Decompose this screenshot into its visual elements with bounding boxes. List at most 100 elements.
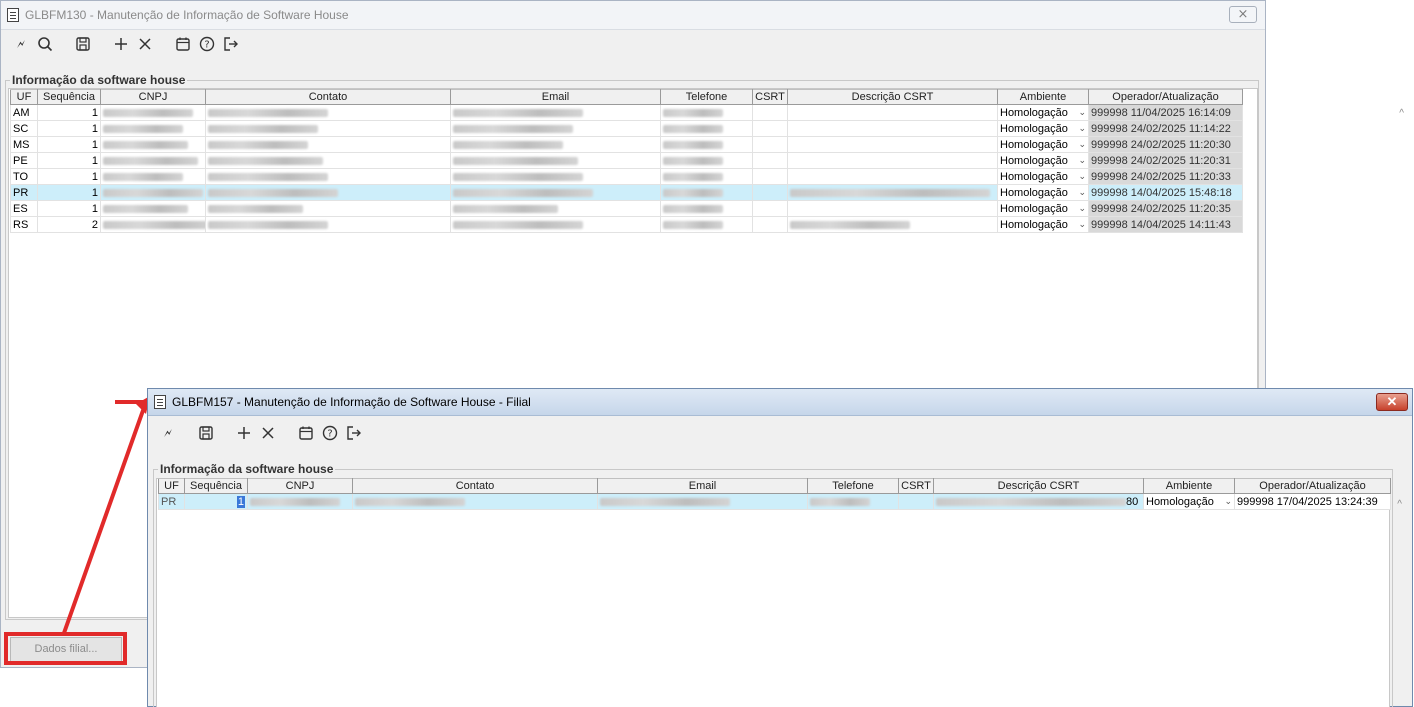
cell-ambiente[interactable]: Homologação ⌄ [997, 184, 1089, 201]
cell-ambiente[interactable]: Homologação ⌄ [997, 216, 1089, 233]
cell-telefone[interactable] [660, 216, 753, 233]
cell-telefone[interactable] [660, 136, 753, 153]
cell-descricao-csrt[interactable] [787, 152, 998, 169]
chevron-down-icon[interactable]: ⌄ [1078, 187, 1086, 198]
calendar-icon[interactable] [171, 32, 195, 56]
col-uf[interactable]: UF [10, 89, 38, 105]
cell-uf[interactable]: SC [10, 120, 38, 137]
col-operador-atualizacao[interactable]: Operador/Atualização [1234, 478, 1391, 494]
cell-csrt[interactable] [752, 216, 788, 233]
cell-descricao-csrt[interactable] [787, 104, 998, 121]
cell-cnpj[interactable] [100, 152, 206, 169]
cell-csrt[interactable] [752, 184, 788, 201]
main-scroll-up-icon[interactable]: ^ [1399, 108, 1404, 119]
calendar-icon[interactable] [294, 421, 318, 445]
table-row[interactable]: PR 1 Homologação ⌄ 999998 14/04/2025 15:48:1… [10, 184, 1243, 201]
cell-email[interactable] [450, 152, 661, 169]
sequencia-input[interactable]: 1 [236, 495, 245, 508]
cell-csrt[interactable] [752, 104, 788, 121]
cell-csrt[interactable] [752, 200, 788, 217]
cell-ambiente[interactable]: Homologação ⌄ [1143, 493, 1235, 510]
cell-descricao-csrt[interactable] [787, 184, 998, 201]
cell-telefone[interactable] [660, 200, 753, 217]
cell-ambiente[interactable]: Homologação ⌄ [997, 200, 1089, 217]
cell-sequencia[interactable]: 1 [37, 120, 101, 137]
cell-cnpj[interactable] [247, 493, 353, 510]
cell-cnpj[interactable] [100, 200, 206, 217]
col-email[interactable]: Email [450, 89, 661, 105]
table-row[interactable]: PE 1 Homologação ⌄ 999998 24/02/2025 11:20:3… [10, 152, 1243, 169]
col-cnpj[interactable]: CNPJ [247, 478, 353, 494]
cell-contato[interactable] [205, 104, 451, 121]
cell-sequencia[interactable]: 1 [37, 152, 101, 169]
chevron-down-icon[interactable]: ⌄ [1078, 139, 1086, 150]
cell-sequencia[interactable]: 1 [184, 493, 248, 510]
cell-cnpj[interactable] [100, 184, 206, 201]
cell-cnpj[interactable] [100, 136, 206, 153]
table-row[interactable]: TO 1 Homologação ⌄ 999998 24/02/2025 11:20:3… [10, 168, 1243, 185]
help-icon[interactable]: ? [195, 32, 219, 56]
chevron-down-icon[interactable]: ⌄ [1078, 171, 1086, 182]
cell-ambiente[interactable]: Homologação ⌄ [997, 120, 1089, 137]
col-contato[interactable]: Contato [205, 89, 451, 105]
cell-telefone[interactable] [807, 493, 899, 510]
cell-sequencia[interactable]: 2 [37, 216, 101, 233]
cell-telefone[interactable] [660, 168, 753, 185]
add-icon[interactable] [232, 421, 256, 445]
col-telefone[interactable]: Telefone [660, 89, 753, 105]
cell-ambiente[interactable]: Homologação ⌄ [997, 168, 1089, 185]
table-row[interactable]: PR 1 80 Homologação ⌄ 999998 17/04/2025 1… [158, 493, 1391, 510]
save-icon[interactable] [194, 421, 218, 445]
cell-descricao-csrt[interactable]: 80 [933, 493, 1144, 510]
filial-close-button[interactable]: ✕ [1376, 393, 1408, 411]
cell-email[interactable] [450, 200, 661, 217]
cell-uf[interactable]: PE [10, 152, 38, 169]
chevron-down-icon[interactable]: ⌄ [1224, 496, 1232, 507]
cell-email[interactable] [450, 104, 661, 121]
chevron-down-icon[interactable]: ⌄ [1078, 155, 1086, 166]
cell-email[interactable] [450, 136, 661, 153]
cell-uf[interactable]: MS [10, 136, 38, 153]
cell-email[interactable] [450, 184, 661, 201]
exit-icon[interactable] [219, 32, 243, 56]
col-telefone[interactable]: Telefone [807, 478, 899, 494]
col-csrt[interactable]: CSRT [752, 89, 788, 105]
col-sequencia[interactable]: Sequência [37, 89, 101, 105]
col-email[interactable]: Email [597, 478, 808, 494]
cell-telefone[interactable] [660, 104, 753, 121]
chevron-down-icon[interactable]: ⌄ [1078, 219, 1086, 230]
cell-uf[interactable]: PR [158, 493, 185, 510]
cell-telefone[interactable] [660, 120, 753, 137]
cell-cnpj[interactable] [100, 104, 206, 121]
cursor-icon[interactable]: 🗲 [9, 32, 33, 56]
table-row[interactable]: MS 1 Homologação ⌄ 999998 24/02/2025 11:20:3… [10, 136, 1243, 153]
help-icon[interactable]: ? [318, 421, 342, 445]
chevron-down-icon[interactable]: ⌄ [1078, 123, 1086, 134]
col-ambiente[interactable]: Ambiente [997, 89, 1089, 105]
cell-email[interactable] [597, 493, 808, 510]
col-descricao-csrt[interactable]: Descrição CSRT [787, 89, 998, 105]
cell-uf[interactable]: ES [10, 200, 38, 217]
cell-ambiente[interactable]: Homologação ⌄ [997, 136, 1089, 153]
table-row[interactable]: SC 1 Homologação ⌄ 999998 24/02/2025 11:14:2… [10, 120, 1243, 137]
cell-sequencia[interactable]: 1 [37, 184, 101, 201]
col-csrt[interactable]: CSRT [898, 478, 934, 494]
cell-email[interactable] [450, 120, 661, 137]
save-icon[interactable] [71, 32, 95, 56]
cell-csrt[interactable] [752, 136, 788, 153]
cell-csrt[interactable] [752, 120, 788, 137]
col-sequencia[interactable]: Sequência [184, 478, 248, 494]
cell-csrt[interactable] [898, 493, 934, 510]
cell-contato[interactable] [205, 168, 451, 185]
cell-contato[interactable] [205, 184, 451, 201]
cell-contato[interactable] [205, 200, 451, 217]
cell-email[interactable] [450, 168, 661, 185]
col-ambiente[interactable]: Ambiente [1143, 478, 1235, 494]
cursor-icon[interactable]: 🗲 [156, 421, 180, 445]
cell-uf[interactable]: AM [10, 104, 38, 121]
cell-sequencia[interactable]: 1 [37, 200, 101, 217]
cell-contato[interactable] [205, 216, 451, 233]
cell-csrt[interactable] [752, 168, 788, 185]
delete-icon[interactable] [256, 421, 280, 445]
cell-descricao-csrt[interactable] [787, 200, 998, 217]
